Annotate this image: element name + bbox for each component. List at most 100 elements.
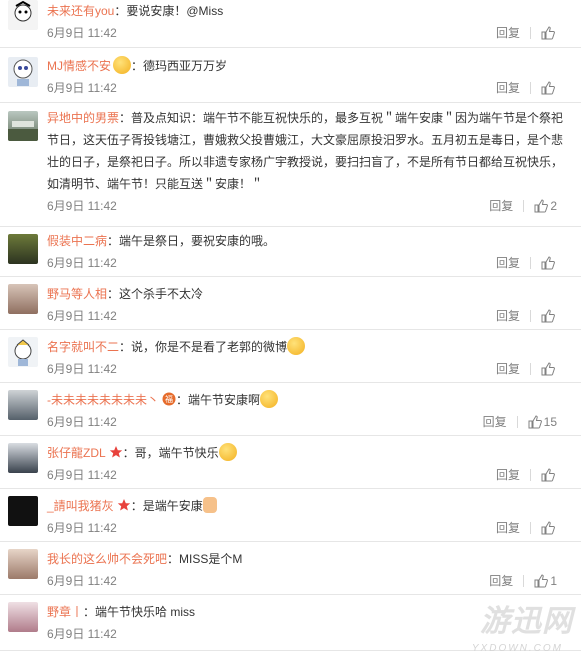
thumbs-up-icon xyxy=(541,362,555,376)
comment-username[interactable]: 野马等人相 xyxy=(47,287,107,301)
comment-item: MJ情感不安 ：德玛西亚万万岁 6月9日 11:42 回复 xyxy=(0,48,581,103)
avatar[interactable] xyxy=(8,390,38,420)
level-badge-icon: 福 xyxy=(162,391,176,406)
comment-date: 6月9日 11:42 xyxy=(47,81,117,95)
comment-meta: 6月9日 11:42 回复 xyxy=(47,252,569,274)
comment-text: ：端午节安康啊 xyxy=(176,393,261,407)
comment-username[interactable]: 名字就叫不二 xyxy=(47,340,119,354)
comment-actions: 回复 xyxy=(496,464,557,486)
comment-username[interactable]: _請叫我猪灰 xyxy=(47,499,114,513)
comment-text: ：端午是祭日，要祝安康的哦。 xyxy=(107,234,276,248)
grin-emoji-icon xyxy=(218,443,237,461)
comment-meta: 6月9日 11:42 回复 2 xyxy=(47,195,569,217)
comment-text: ：说，你是不是看了老郭的微博 xyxy=(119,340,288,354)
thumbs-up-icon xyxy=(541,81,555,95)
comment-item: 野马等人相：这个杀手不太冷 6月9日 11:42 回复 xyxy=(0,277,581,330)
star-badge-icon xyxy=(117,497,131,511)
like-count: 2 xyxy=(550,199,557,213)
svg-text:福: 福 xyxy=(165,395,173,404)
comment-username[interactable]: MJ情感不安 xyxy=(47,59,111,73)
thumbs-up-icon xyxy=(534,574,549,588)
avatar[interactable] xyxy=(8,0,38,30)
avatar[interactable] xyxy=(8,337,38,367)
divider xyxy=(523,575,525,587)
reply-button[interactable]: 回复 xyxy=(496,22,520,44)
comment-actions: 回复 xyxy=(496,77,557,99)
comment-username[interactable]: 异地中的男票 xyxy=(47,111,119,125)
divider xyxy=(523,200,525,212)
comment-meta: 6月9日 11:42 回复 1 xyxy=(47,570,569,592)
comment-text: ：要说安康！@Miss xyxy=(114,4,224,18)
like-button[interactable]: 1 xyxy=(534,570,557,592)
avatar[interactable] xyxy=(8,234,38,264)
reply-button[interactable]: 回复 xyxy=(496,358,520,380)
like-button[interactable] xyxy=(541,521,557,535)
comment-text: ：端午节快乐哈 miss xyxy=(83,605,196,619)
thumbs-up-icon xyxy=(541,26,555,40)
reply-button[interactable]: 回复 xyxy=(496,252,520,274)
like-button[interactable] xyxy=(541,26,557,40)
star-badge-icon xyxy=(109,444,123,458)
comment-username[interactable]: 假装中二病 xyxy=(47,234,107,248)
comment-username[interactable]: -未未未未未未未未丶 xyxy=(47,393,159,407)
comment-date: 6月9日 11:42 xyxy=(47,521,117,535)
avatar[interactable] xyxy=(8,443,38,473)
comment-meta: 6月9日 11:42 回复 15 xyxy=(47,411,569,433)
reply-button[interactable]: 回复 xyxy=(496,464,520,486)
reply-button[interactable]: 回复 xyxy=(483,411,507,433)
thumbs-up-icon xyxy=(541,521,555,535)
avatar[interactable] xyxy=(8,496,38,526)
smile-emoji-icon xyxy=(260,390,279,408)
comment-date: 6月9日 11:42 xyxy=(47,26,117,40)
comment-actions: 回复 xyxy=(496,252,557,274)
reply-button[interactable]: 回复 xyxy=(496,517,520,539)
comment-meta: 6月9日 11:42 回复 xyxy=(47,22,569,44)
comment-date: 6月9日 11:42 xyxy=(47,627,117,641)
comment-actions: 回复 2 xyxy=(489,195,557,217)
divider xyxy=(530,82,531,94)
divider xyxy=(530,27,531,39)
comment-meta: 6月9日 11:42 回复 xyxy=(47,358,569,380)
like-button[interactable]: 2 xyxy=(534,195,557,217)
thumbs-up-icon xyxy=(528,415,542,429)
avatar[interactable] xyxy=(8,602,38,632)
like-button[interactable] xyxy=(541,362,557,376)
like-button[interactable] xyxy=(541,468,557,482)
comment-actions: 回复 xyxy=(496,305,557,327)
avatar[interactable] xyxy=(8,284,38,314)
divider xyxy=(516,416,518,428)
comment-date: 6月9日 11:42 xyxy=(47,199,117,213)
divider xyxy=(530,310,531,322)
reply-button[interactable]: 回复 xyxy=(496,305,520,327)
divider xyxy=(530,257,531,269)
reply-button[interactable]: 回复 xyxy=(489,195,513,217)
comment-actions: 回复 xyxy=(496,22,557,44)
comment-item: 假装中二病：端午是祭日，要祝安康的哦。 6月9日 11:42 回复 xyxy=(0,227,581,277)
comment-username[interactable]: 野章丨 xyxy=(47,605,83,619)
thumbs-up-icon xyxy=(541,468,555,482)
comment-username[interactable]: 未来还有you xyxy=(47,4,114,18)
reply-button[interactable]: 回复 xyxy=(489,570,513,592)
divider xyxy=(530,469,531,481)
reply-button[interactable]: 回复 xyxy=(496,77,520,99)
watermark-subtext: YXDOWN.COM xyxy=(471,643,563,654)
comment-actions: 回复 15 xyxy=(483,411,557,433)
like-button[interactable] xyxy=(541,309,557,323)
laughing-emoji-icon xyxy=(287,337,306,355)
comment-date: 6月9日 11:42 xyxy=(47,309,117,323)
watermark-logo: 游迅网 xyxy=(480,605,573,638)
like-button[interactable] xyxy=(541,256,557,270)
like-count: 15 xyxy=(543,415,557,429)
comment-actions: 回复 xyxy=(496,358,557,380)
comment-list: 未来还有you：要说安康！@Miss 6月9日 11:42 回复 MJ情感不安 ：… xyxy=(0,0,581,651)
comment-actions: 回复 xyxy=(496,517,557,539)
comment-username[interactable]: 我长的这么帅不会死吧 xyxy=(47,552,167,566)
like-button[interactable] xyxy=(541,81,557,95)
comment-username[interactable]: 张仔龍ZDL xyxy=(47,446,106,460)
emoji-icon xyxy=(113,56,131,74)
comment-item: 未来还有you：要说安康！@Miss 6月9日 11:42 回复 xyxy=(0,0,581,48)
avatar[interactable] xyxy=(8,549,38,579)
like-button[interactable]: 15 xyxy=(528,411,557,433)
avatar[interactable] xyxy=(8,57,38,87)
avatar[interactable] xyxy=(8,111,38,141)
